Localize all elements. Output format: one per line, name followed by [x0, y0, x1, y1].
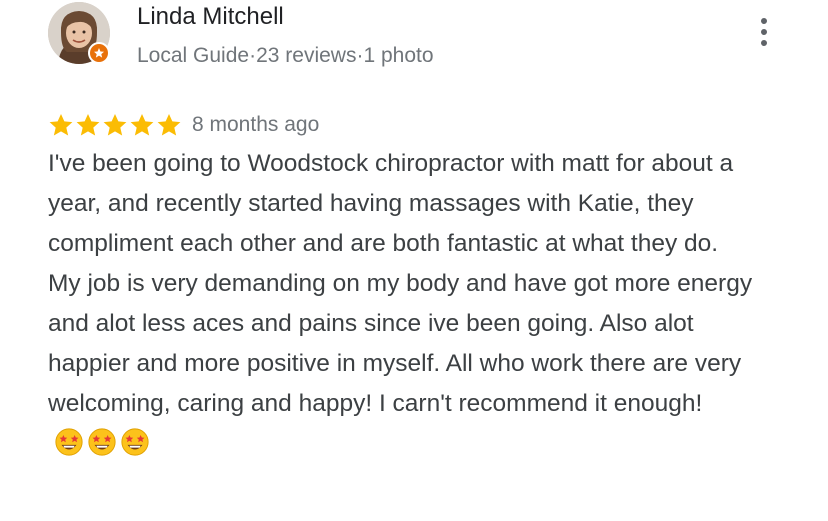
rating-row: 8 months ago [48, 108, 319, 142]
star-icon [157, 113, 181, 136]
review-paragraph: I've been going to Woodstock chiropracto… [48, 150, 734, 257]
more-vert-icon-dot [761, 40, 767, 46]
more-vert-icon [761, 18, 767, 24]
local-guide-label: Local Guide [137, 44, 250, 67]
more-options-button[interactable] [750, 14, 778, 50]
star-struck-emoji-icon [88, 427, 116, 456]
photo-count[interactable]: 1 photo [363, 44, 433, 67]
reviewer-meta: Local Guide·23 reviews·1 photo [137, 42, 434, 70]
star-icon [49, 113, 73, 136]
star-icon [76, 113, 100, 136]
review-count[interactable]: 23 reviews [256, 44, 356, 67]
review-paragraph-last: My job is very demanding on my body and … [48, 264, 768, 464]
reviewer-avatar[interactable] [48, 2, 110, 64]
review-text: I've been going to Woodstock chiropracto… [48, 144, 768, 464]
star-rating [48, 112, 182, 138]
star-icon [130, 113, 154, 136]
local-guide-star-icon [88, 42, 110, 64]
star-struck-emoji-icon [121, 427, 149, 456]
more-vert-icon-dot [761, 29, 767, 35]
reviewer-name[interactable]: Linda Mitchell [137, 2, 284, 32]
review-paragraph: My job is very demanding on my body and … [48, 270, 753, 417]
star-struck-emoji-icon [55, 427, 83, 456]
review-age: 8 months ago [192, 113, 320, 136]
star-icon [103, 113, 127, 136]
emoji-group [54, 427, 150, 457]
